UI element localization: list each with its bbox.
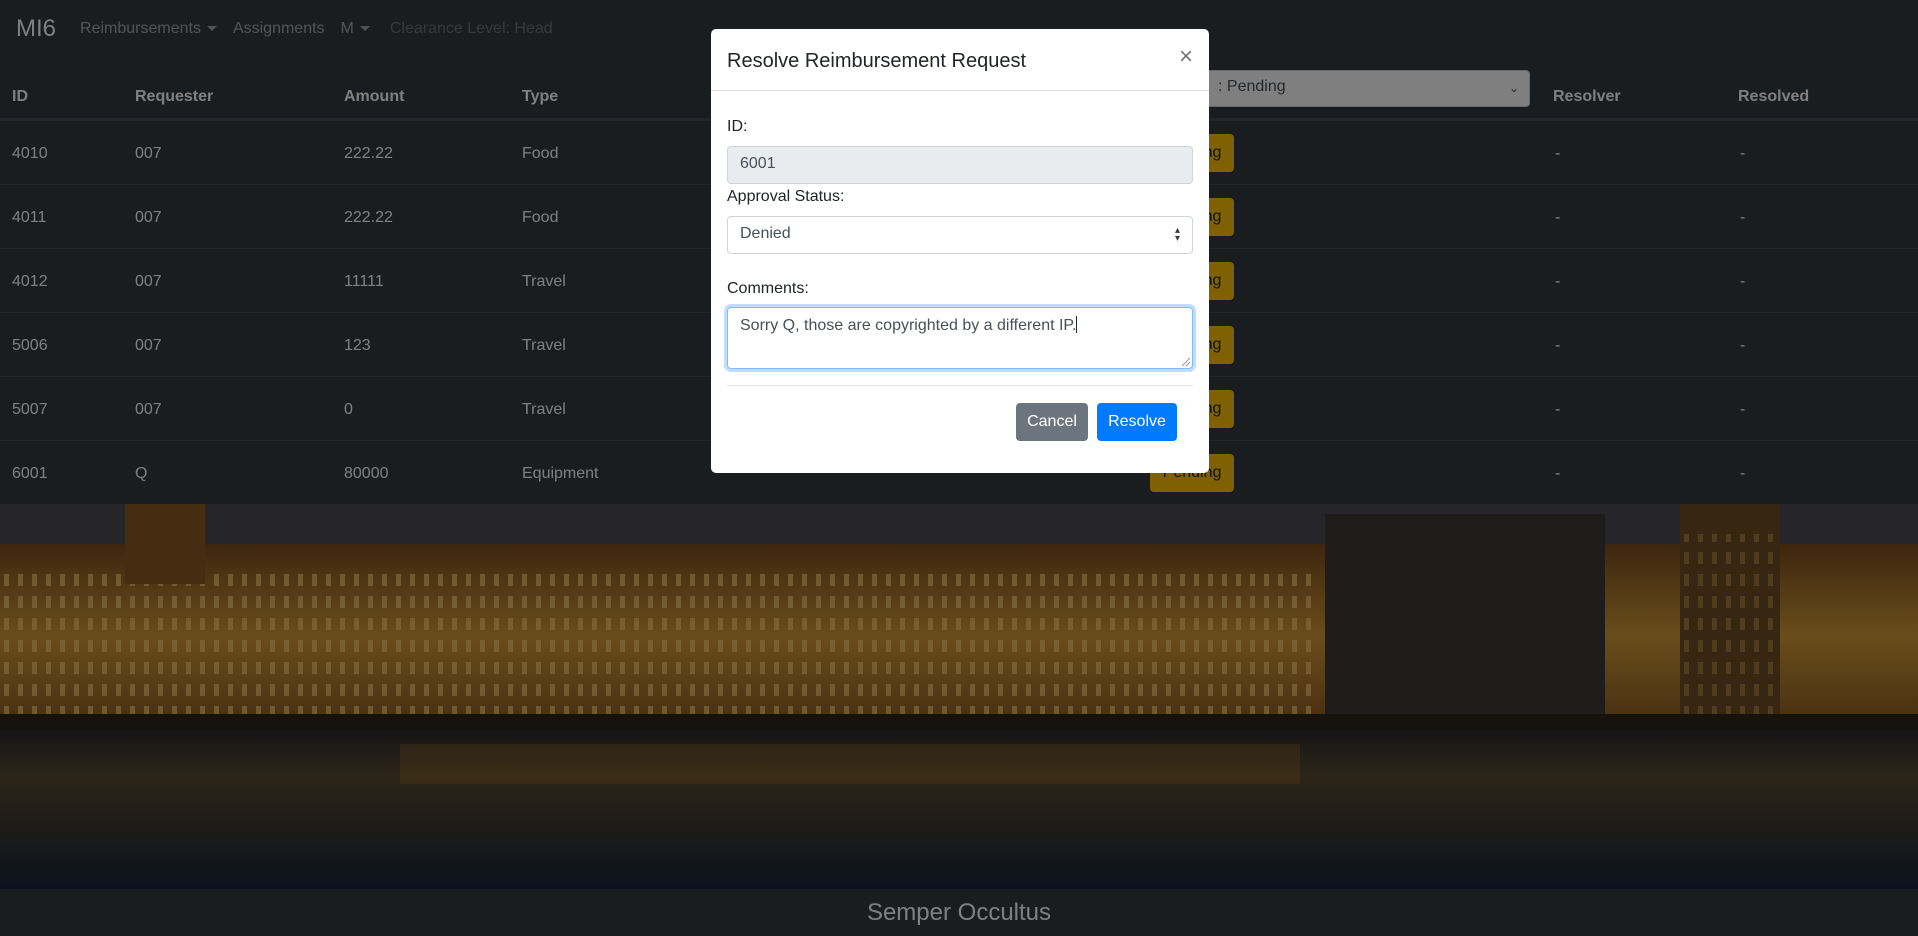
resize-grip-icon[interactable] <box>1182 358 1190 366</box>
comments-textarea[interactable]: Sorry Q, those are copyrighted by a diff… <box>727 307 1193 369</box>
modal-divider <box>727 385 1193 386</box>
id-value: 6001 <box>740 155 776 172</box>
close-icon[interactable]: × <box>1179 45 1193 69</box>
approval-status-select[interactable]: Denied ▴ ▾ <box>727 216 1193 254</box>
resolve-request-modal: Resolve Reimbursement Request × ID: 6001… <box>711 29 1209 473</box>
approval-status-value: Denied <box>740 225 791 242</box>
id-label: ID: <box>727 118 748 135</box>
modal-title: Resolve Reimbursement Request <box>727 50 1027 72</box>
cancel-button[interactable]: Cancel <box>1016 403 1088 441</box>
comments-label: Comments: <box>727 280 809 297</box>
text-cursor <box>1076 316 1078 333</box>
id-field: 6001 <box>727 146 1193 184</box>
approval-status-label: Approval Status: <box>727 188 845 205</box>
modal-header: Resolve Reimbursement Request × <box>711 29 1209 91</box>
comments-value: Sorry Q, those are copyrighted by a diff… <box>740 317 1077 334</box>
select-arrows-icon: ▴ ▾ <box>1174 225 1180 244</box>
resolve-button[interactable]: Resolve <box>1097 403 1177 441</box>
